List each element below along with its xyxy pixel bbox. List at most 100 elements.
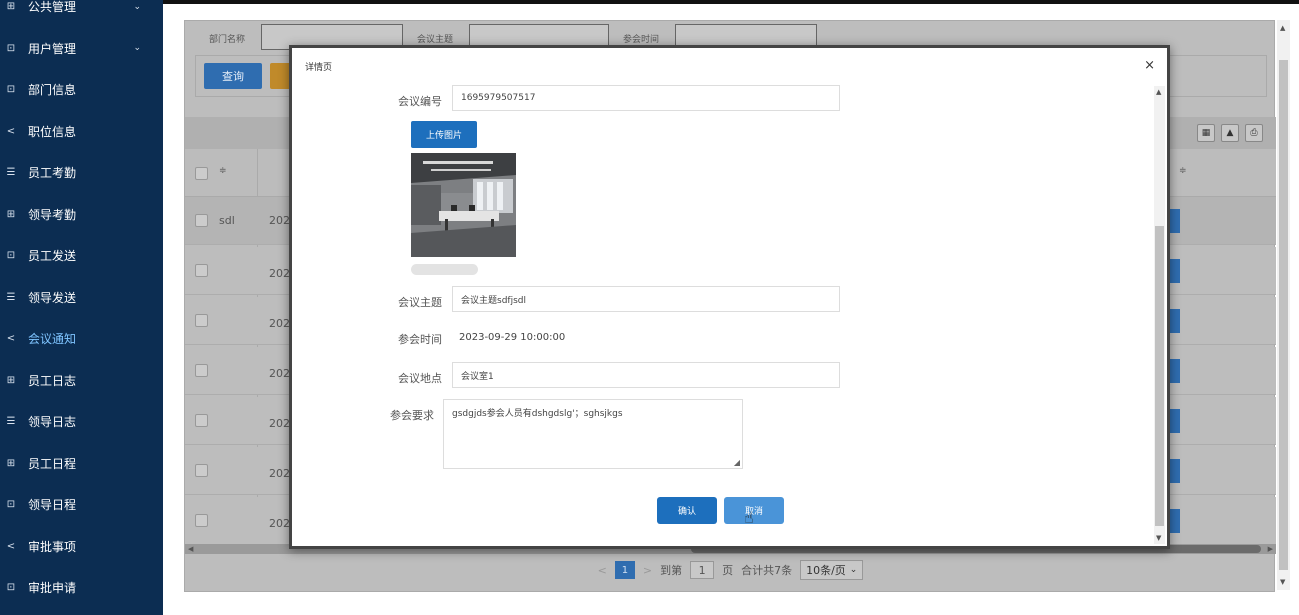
sidebar-item-label: 领导考勤 [28, 207, 77, 222]
topic-field[interactable]: 会议主题sdfjsdl [452, 286, 840, 312]
row-checkbox[interactable] [195, 464, 208, 477]
sidebar-item[interactable]: ⊞ 员工日志 [0, 360, 163, 401]
sidebar-item[interactable]: ⊞ 员工日程 [0, 443, 163, 484]
page-size-select[interactable]: 10条/页 ⌄ [800, 560, 864, 580]
modal-scroll-down-icon[interactable]: ▼ [1156, 534, 1161, 542]
panel-icon: ⊡ [6, 582, 16, 593]
chevron-down-icon[interactable]: ⌄ [133, 2, 141, 12]
page-unit-label: 页 [722, 564, 734, 577]
row-checkbox[interactable] [195, 364, 208, 377]
select-all-checkbox[interactable] [195, 167, 208, 180]
print-icon[interactable]: ⎙ [1245, 124, 1263, 142]
list-icon: ☰ [6, 416, 16, 427]
row-checkbox[interactable] [195, 414, 208, 427]
sidebar-item[interactable]: ☰ 领导发送 [0, 277, 163, 318]
requirement-text: gsdgjds参会人员有dshgdslg'；sghsjkgs [452, 409, 623, 419]
sidebar-item[interactable]: < 职位信息 [0, 111, 163, 152]
dept-filter-label: 部门名称 [209, 35, 246, 45]
sidebar-item-label: 员工日志 [28, 373, 77, 388]
goto-label: 到第 [660, 564, 683, 577]
topic-label: 会议主题 [398, 296, 442, 309]
prev-page-icon[interactable]: < [598, 564, 607, 577]
modal-scrollbar[interactable]: ▲ ▼ [1154, 86, 1165, 544]
sidebar-item-label: 部门信息 [28, 83, 77, 97]
grid-icon: ⊞ [6, 374, 16, 386]
sidebar-item[interactable]: ⊡ 员工发送 [0, 235, 163, 276]
panel-icon: ⊡ [6, 84, 16, 95]
sidebar-item[interactable]: ⊞ 领导考勤 [0, 194, 163, 235]
hand-cursor-icon: ☝ [744, 508, 754, 527]
sidebar-item-label: 领导发送 [28, 290, 77, 305]
scroll-right-icon[interactable]: ▶ [1268, 545, 1273, 553]
next-page-icon[interactable]: > [643, 564, 652, 577]
grid-icon: ⊞ [6, 1, 16, 12]
sidebar-item-label: 公共管理 [28, 0, 77, 14]
upload-progress-bar [411, 264, 478, 275]
export-icon[interactable]: ▲ [1221, 124, 1239, 142]
sidebar-item[interactable]: < 审批事项 [0, 526, 163, 567]
modal-scroll-thumb[interactable] [1155, 226, 1164, 526]
close-icon[interactable]: × [1144, 58, 1155, 73]
sidebar-item[interactable]: ⊡ 领导日程 [0, 484, 163, 525]
sidebar-item-label: 用户管理 [28, 41, 77, 56]
sort-icon[interactable]: ≑ [219, 166, 227, 176]
sidebar-item[interactable]: ☰ 员工考勤 [0, 152, 163, 193]
meeting-room-photo [411, 153, 516, 257]
list-icon: ☰ [6, 291, 16, 303]
cancel-button[interactable]: 取消 [724, 497, 784, 524]
time-value: 2023-09-29 10:00:00 [459, 332, 566, 343]
meeting-id-field[interactable]: 1695979507517 [452, 85, 840, 111]
requirement-label: 参会要求 [390, 409, 434, 422]
resize-handle-icon[interactable]: ◢ [734, 458, 740, 467]
share-icon: < [6, 125, 16, 137]
sidebar-item[interactable]: ⊡ 部门信息 [0, 69, 163, 110]
modal-title: 详情页 [305, 63, 333, 73]
row-checkbox[interactable] [195, 264, 208, 277]
location-field[interactable]: 会议室1 [452, 362, 840, 388]
detail-modal: 详情页 × 会议编号 1695979507517 上传图片 会议主题 会议主题s… [289, 45, 1170, 549]
upload-image-button[interactable]: 上传图片 [411, 121, 477, 148]
share-icon: < [6, 333, 16, 344]
requirement-textarea[interactable]: gsdgjds参会人员有dshgdslg'；sghsjkgs ◢ [443, 399, 743, 469]
sidebar-item[interactable]: ☰ 领导日志 [0, 401, 163, 442]
sidebar-item-label: 员工考勤 [28, 166, 77, 180]
total-count: 合计共7条 [741, 564, 793, 577]
sidebar-item-label: 员工发送 [28, 249, 77, 263]
window-top-bar [0, 0, 1299, 4]
row-checkbox[interactable] [195, 514, 208, 527]
chevron-down-icon[interactable]: ⌄ [133, 43, 141, 53]
page-scroll-thumb[interactable] [1279, 60, 1288, 570]
meeting-id-label: 会议编号 [398, 95, 442, 108]
sidebar-item-label: 职位信息 [28, 124, 77, 139]
page-1-button[interactable]: 1 [614, 561, 635, 579]
sort-icon[interactable]: ≑ [1179, 166, 1187, 176]
scroll-left-icon[interactable]: ◀ [188, 545, 193, 553]
page-vertical-scrollbar[interactable]: ▲ ▼ [1277, 20, 1290, 590]
row-checkbox[interactable] [195, 214, 208, 227]
columns-icon[interactable]: ▦ [1197, 124, 1215, 142]
sidebar-item[interactable]: < 会议通知 [0, 318, 163, 359]
scroll-down-icon[interactable]: ▼ [1280, 578, 1285, 586]
sidebar-item[interactable]: ⊡ 审批申请 [0, 567, 163, 608]
time-filter-label: 参会时间 [623, 35, 660, 45]
topic-filter-label: 会议主题 [417, 35, 454, 45]
panel-icon: ⊡ [6, 499, 16, 510]
row-checkbox[interactable] [195, 314, 208, 327]
goto-page-input[interactable]: 1 [690, 561, 715, 579]
panel-icon: ⊡ [6, 42, 16, 54]
sidebar-item[interactable]: ⊡ 用户管理 ⌄ [0, 28, 163, 69]
confirm-button[interactable]: 确认 [657, 497, 717, 524]
query-button[interactable]: 查询 [204, 63, 262, 89]
grid-icon: ⊞ [6, 457, 16, 469]
sidebar-item[interactable]: ⊞ 公共管理 ⌄ [0, 0, 163, 27]
panel-icon: ⊡ [6, 250, 16, 261]
chevron-down-icon: ⌄ [849, 565, 858, 575]
page-size-value: 10条/页 [806, 564, 846, 577]
scroll-up-icon[interactable]: ▲ [1280, 24, 1285, 32]
office-image [411, 153, 516, 257]
sidebar-item-label: 审批申请 [28, 581, 77, 595]
modal-scroll-up-icon[interactable]: ▲ [1156, 88, 1161, 96]
grid-icon: ⊞ [6, 208, 16, 220]
list-icon: ☰ [6, 167, 16, 178]
sidebar-item-label: 审批事项 [28, 539, 77, 554]
